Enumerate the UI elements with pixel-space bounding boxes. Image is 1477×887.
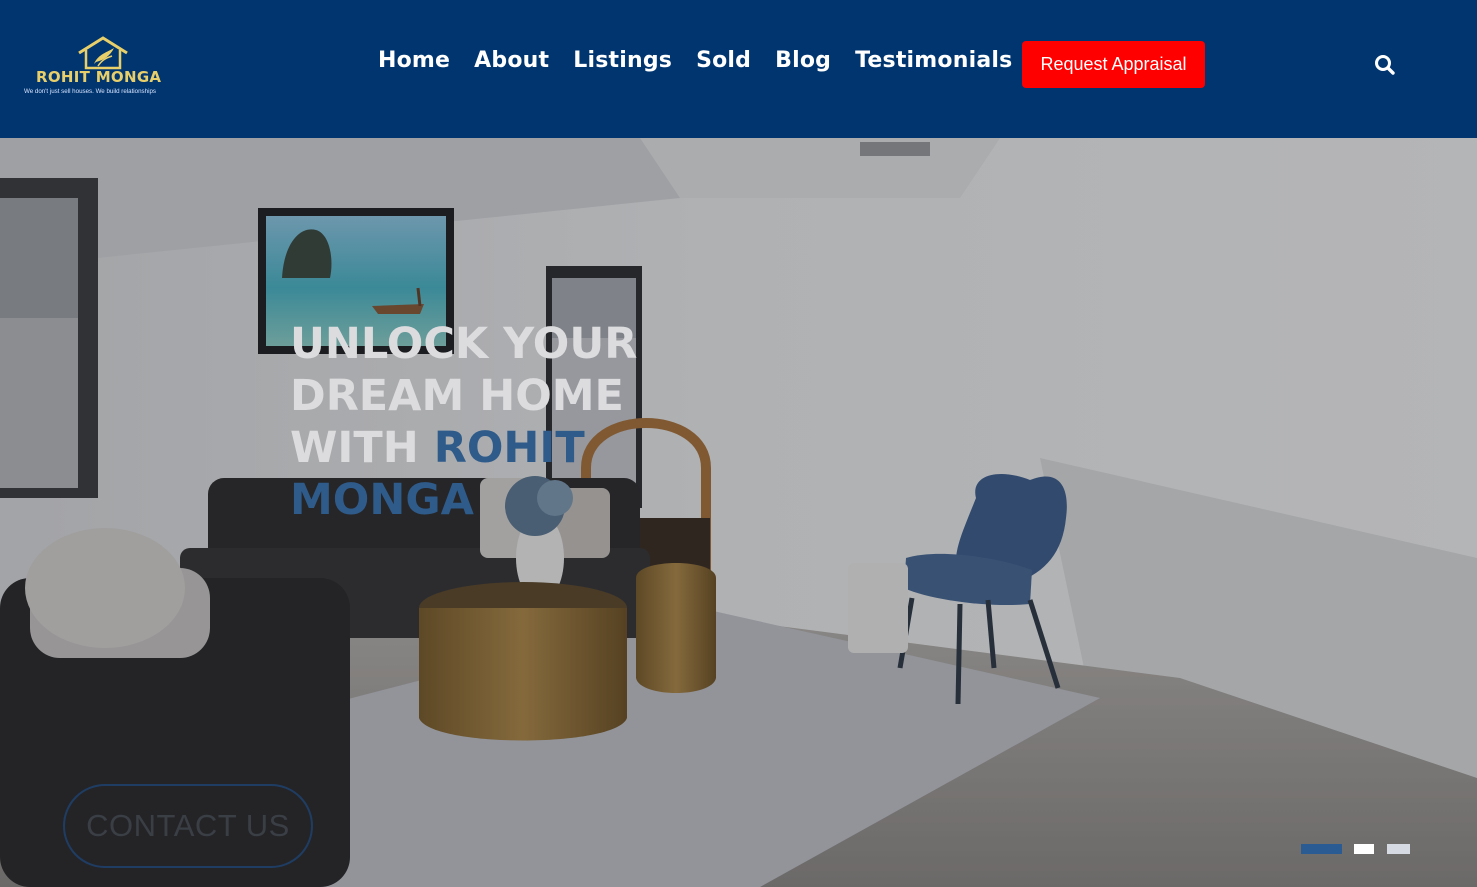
slider-dot-3[interactable] [1387,844,1410,854]
house-logo-icon [78,36,128,70]
nav-item-about[interactable]: About [462,48,561,73]
slider-dot-2[interactable] [1354,844,1374,854]
brand-tagline: We don't just sell houses. We build rela… [24,88,156,95]
request-appraisal-button[interactable]: Request Appraisal [1022,41,1205,88]
nav-item-testimonials[interactable]: Testimonials [843,48,1024,73]
hero-title: Unlock your dream home with Rohit Monga [290,318,650,526]
main-nav: Home About Listings Sold Blog Testimonia… [366,38,1024,82]
site-header: Rohit Monga We don't just sell houses. W… [0,0,1477,138]
nav-item-listings[interactable]: Listings [561,48,684,73]
nav-item-sold[interactable]: Sold [684,48,763,73]
nav-item-blog[interactable]: Blog [763,48,843,73]
brand-name: Rohit Monga [36,68,162,86]
brand-logo[interactable]: Rohit Monga We don't just sell houses. W… [24,36,186,100]
contact-us-button[interactable]: CONTACT US [63,784,313,868]
nav-item-home[interactable]: Home [366,48,462,73]
hero-overlay [0,138,1477,887]
slider-dot-1[interactable] [1301,844,1342,854]
search-icon[interactable] [1372,52,1398,78]
hero-slider: Unlock your dream home with Rohit Monga … [0,138,1477,887]
